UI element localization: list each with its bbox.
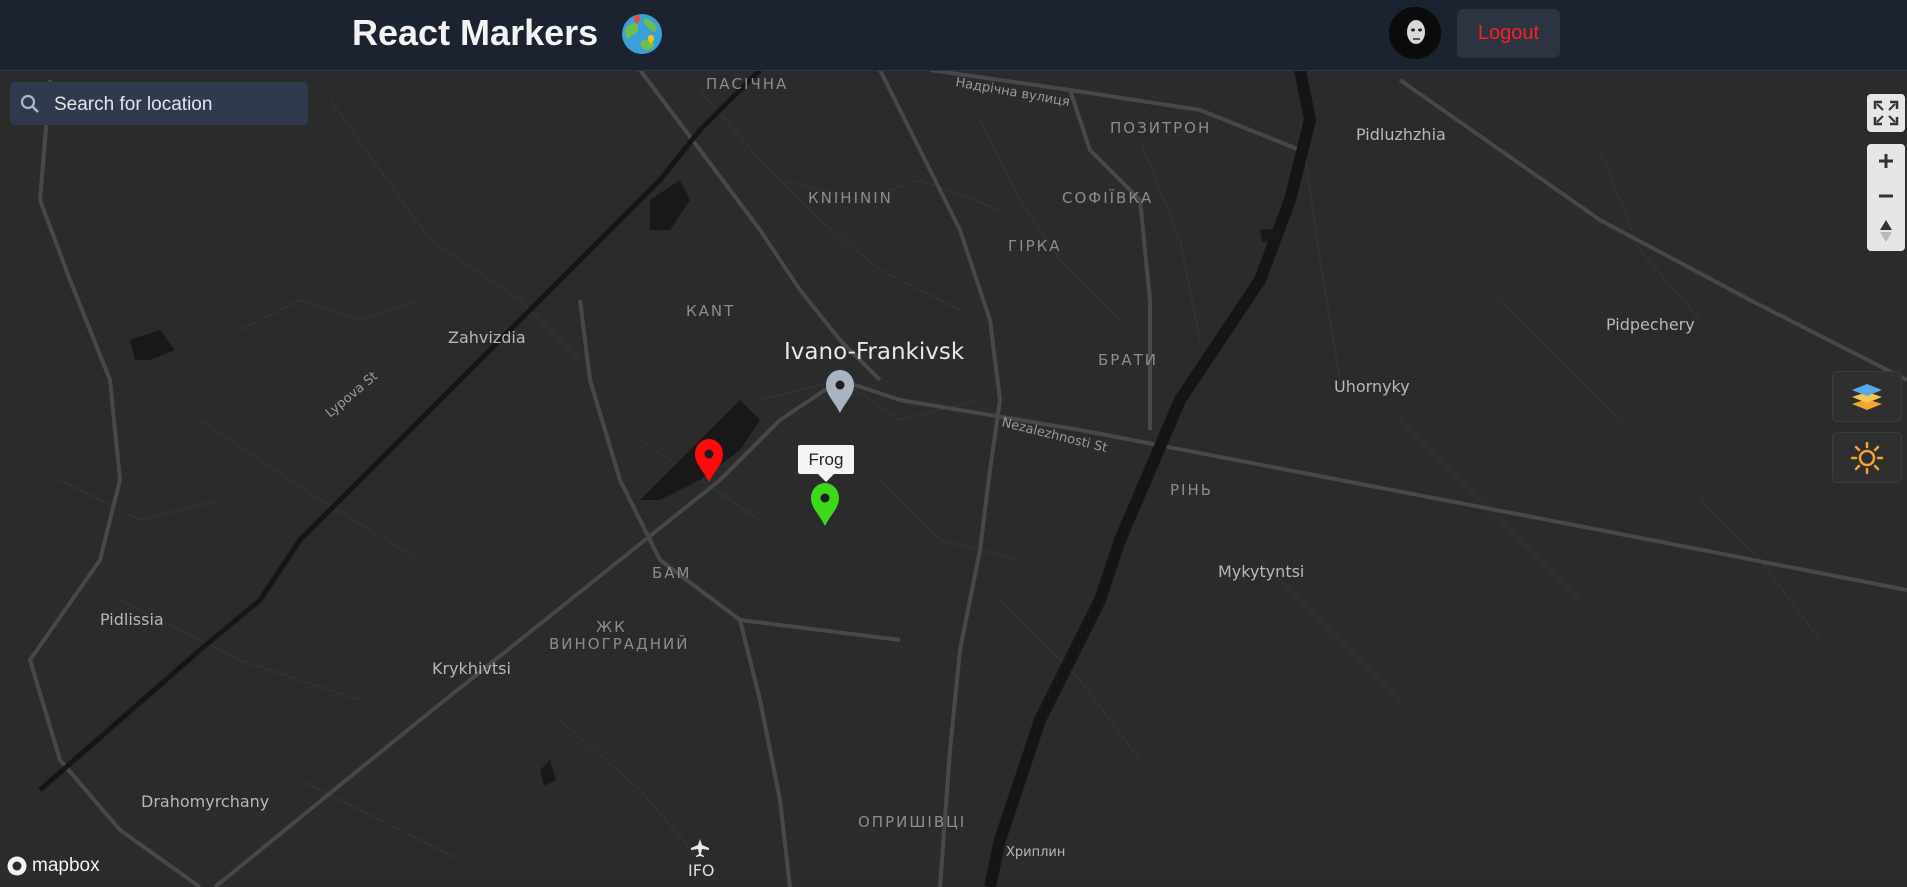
compass-icon: [1880, 220, 1892, 242]
district-label: БАМ: [652, 564, 692, 582]
zoom-out-button[interactable]: [1867, 179, 1905, 213]
zoom-in-button[interactable]: [1867, 144, 1905, 178]
place-label: Хриплин: [1006, 845, 1065, 860]
place-label: Uhornyky: [1334, 377, 1410, 396]
globe-icon: [622, 14, 662, 54]
map-canvas[interactable]: ПАСІЧНА КNІHІNІN СОФІЇВКА ГІРКА ПОЗИТРОН…: [0, 70, 1907, 887]
district-label: КNІHІNІN: [808, 189, 893, 207]
district-label: ПАСІЧНА: [706, 75, 788, 93]
place-label: Pidlissia: [100, 610, 164, 629]
place-label: Pidluzhzhia: [1356, 125, 1446, 144]
mapbox-attribution[interactable]: mapbox: [6, 855, 100, 877]
place-label: Drahomyrchany: [141, 792, 269, 811]
place-label: Pidpechery: [1606, 315, 1695, 334]
fullscreen-button[interactable]: [1867, 96, 1905, 130]
place-label: Zahvizdia: [448, 328, 526, 347]
compass-button[interactable]: [1867, 214, 1905, 248]
minus-icon: [1879, 194, 1893, 198]
navigation-control: [1867, 144, 1905, 251]
mapbox-logo-icon: [7, 856, 27, 876]
district-label: ОПРИШІВЦІ: [858, 813, 966, 831]
search-box: [10, 82, 308, 127]
district-label: ВИНОГРАДНИЙ: [549, 634, 690, 653]
app-title: React Markers: [352, 12, 599, 53]
marker-popup: Frog: [798, 445, 854, 482]
logout-button[interactable]: Logout: [1457, 9, 1560, 58]
search-input[interactable]: [52, 82, 306, 127]
theme-toggle-button[interactable]: [1832, 432, 1902, 483]
city-label: Ivano-Frankivsk: [784, 339, 965, 365]
app-header: React Markers Logout: [0, 0, 1907, 71]
place-label: Mykytyntsi: [1218, 562, 1304, 581]
district-label: ПОЗИТРОН: [1110, 119, 1211, 137]
fullscreen-icon: [1873, 100, 1899, 126]
district-label: ГІРКА: [1008, 237, 1062, 255]
place-label: Krykhivtsi: [432, 659, 511, 678]
district-label: ЖК: [596, 618, 627, 636]
sun-icon: [1851, 441, 1883, 474]
district-label: СОФІЇВКА: [1062, 188, 1153, 207]
plus-icon: [1879, 154, 1893, 168]
district-label: КАNT: [686, 302, 735, 320]
district-label: РІНЬ: [1170, 481, 1213, 499]
search-icon: [20, 94, 39, 113]
lake: [1260, 228, 1280, 242]
layers-button[interactable]: [1832, 371, 1902, 422]
layers-icon: [1852, 383, 1882, 410]
fullscreen-control: [1867, 94, 1905, 132]
mapbox-wordmark: mapbox: [32, 855, 100, 876]
user-avatar[interactable]: [1389, 7, 1441, 59]
district-label: БРАТИ: [1098, 351, 1158, 369]
airport-label: IFO: [688, 861, 715, 880]
